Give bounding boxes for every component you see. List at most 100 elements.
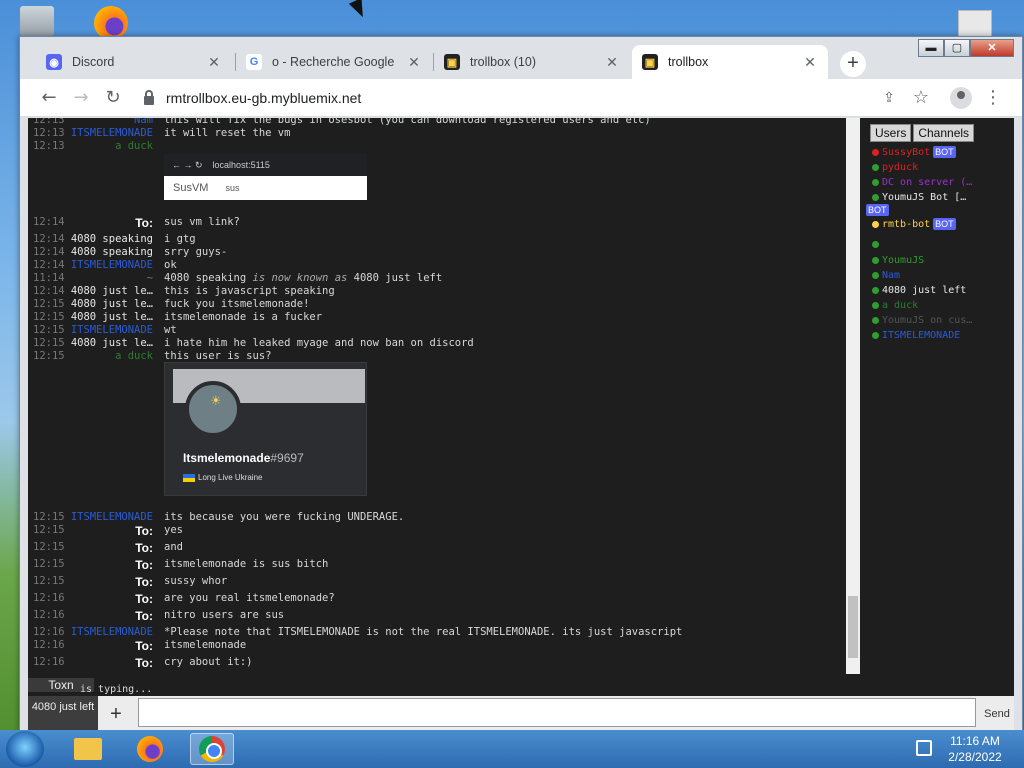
nav-arrows-icon: ← → ↻: [172, 159, 203, 170]
message-nick[interactable]: ITSMELEMONADE: [68, 324, 153, 337]
message-nick[interactable]: 4080 just le…: [68, 311, 153, 324]
recycle-bin-icon[interactable]: [20, 6, 54, 40]
chat-message: 12:15 To: itsmelemonade is sus bitch: [28, 558, 843, 572]
message-text: ok: [164, 259, 177, 271]
user-list-item[interactable]: DC on server (…: [872, 176, 972, 189]
chat-scrollbar[interactable]: [846, 118, 860, 674]
chat-message: 12:16 To: are you real itsmelemonade?: [28, 592, 843, 606]
address-bar[interactable]: rmtrollbox.eu-gb.mybluemix.net: [144, 85, 870, 111]
message-time: 12:15: [33, 524, 65, 536]
status-dot-icon: [872, 178, 879, 186]
close-window-button[interactable]: ✕: [970, 39, 1014, 57]
share-icon[interactable]: ⇪: [878, 87, 900, 109]
message-nick[interactable]: To:: [68, 524, 153, 538]
message-nick[interactable]: ~: [68, 272, 153, 285]
user-list-item[interactable]: rmtb-bot BOT: [872, 218, 956, 231]
taskbar-firefox[interactable]: [128, 733, 172, 765]
message-nick[interactable]: ITSMELEMONADE: [68, 626, 153, 639]
user-name: pyduck: [882, 162, 919, 173]
discord-profile-embed-image[interactable]: Itsmelemonade#9697 Long Live Ukraine: [164, 362, 367, 496]
user-list-item[interactable]: Nam: [872, 269, 900, 282]
close-tab-icon[interactable]: ✕: [206, 54, 222, 71]
bot-badge: BOT: [866, 204, 889, 216]
firefox-desktop-icon[interactable]: [94, 6, 128, 40]
user-name: SussyBot: [882, 147, 931, 158]
new-tab-button[interactable]: +: [840, 51, 866, 77]
minimize-button[interactable]: ▬: [918, 39, 944, 57]
status-dot-icon: [872, 316, 879, 324]
reload-icon[interactable]: ↻: [102, 87, 124, 109]
user-list-item[interactable]: YoumuJS: [872, 254, 924, 267]
message-text: srry guys-: [164, 246, 228, 258]
tab-trollbox-10[interactable]: ▣ trollbox (10) ✕: [434, 45, 630, 79]
message-time: 12:13: [33, 140, 65, 152]
network-tray-icon[interactable]: [916, 740, 932, 756]
user-list-item[interactable]: YoumuJS on cus…: [872, 314, 972, 327]
tab-discord[interactable]: ◉ Discord ✕: [36, 45, 232, 79]
tab-trollbox[interactable]: ▣ trollbox ✕: [632, 45, 828, 79]
close-tab-icon[interactable]: ✕: [604, 54, 620, 71]
current-user-button[interactable]: 4080 just left: [28, 696, 98, 733]
message-nick[interactable]: ITSMELEMONADE: [68, 259, 153, 272]
tab-google[interactable]: G o - Recherche Google ✕: [236, 45, 432, 79]
message-input[interactable]: [138, 698, 976, 727]
message-nick[interactable]: ITSMELEMONADE: [68, 127, 153, 140]
chat-message: 12:15 ITSMELEMONADE wt: [28, 324, 843, 337]
user-list-item[interactable]: YoumuJS Bot [… BOT: [866, 191, 966, 216]
tab-users[interactable]: Users: [870, 124, 912, 142]
message-nick[interactable]: Nam: [68, 118, 153, 127]
embed-title: SusVM: [173, 182, 209, 194]
message-time: 12:15: [33, 541, 65, 553]
message-nick[interactable]: 4080 just le…: [68, 285, 153, 298]
message-text: cry about it:): [164, 656, 253, 668]
message-nick[interactable]: To:: [68, 558, 153, 572]
system-clock[interactable]: 11:16 AM 2/28/2022: [940, 733, 1010, 765]
bookmark-star-icon[interactable]: ☆: [910, 87, 932, 109]
user-list-item[interactable]: ITSMELEMONADE: [872, 329, 960, 342]
trollbox-page: ← → ↻ localhost:5115 SusVM sus Itsmelemo…: [28, 118, 1014, 733]
maximize-button[interactable]: ▢: [944, 39, 970, 57]
tab-channels[interactable]: Channels: [913, 124, 975, 142]
user-list-item[interactable]: pyduck: [872, 161, 918, 174]
profile-avatar[interactable]: [950, 87, 972, 109]
user-list-item[interactable]: 4080 just left: [872, 284, 966, 297]
close-tab-icon[interactable]: ✕: [802, 54, 818, 71]
message-text: itsmelemonade is a fucker: [164, 311, 323, 323]
chat-message: 12:15 4080 just le… i hate him he leaked m…: [28, 337, 843, 350]
message-nick[interactable]: To:: [68, 575, 153, 589]
chat-message: 12:16 To: cry about it:): [28, 656, 843, 670]
start-button[interactable]: [6, 731, 44, 767]
menu-kebab-icon[interactable]: ⋮: [982, 87, 1004, 109]
message-nick[interactable]: To:: [68, 639, 153, 653]
status-dot-icon: [872, 256, 879, 264]
chat-message: 12:14 4080 speaking srry guys-: [28, 246, 843, 259]
message-nick[interactable]: To:: [68, 216, 153, 230]
message-nick[interactable]: a duck: [68, 350, 153, 363]
add-button[interactable]: +: [100, 696, 132, 733]
user-list-item[interactable]: a duck: [872, 299, 918, 312]
message-text: sussy whor: [164, 575, 228, 587]
user-list-item[interactable]: SussyBot BOT: [872, 146, 956, 159]
message-nick[interactable]: To:: [68, 656, 153, 670]
message-nick[interactable]: 4080 just le…: [68, 337, 153, 350]
scrollbar-thumb[interactable]: [848, 596, 858, 658]
message-nick[interactable]: 4080 speaking: [68, 246, 153, 259]
user-list-item[interactable]: [872, 238, 882, 251]
susvm-embed-image[interactable]: ← → ↻ localhost:5115 SusVM sus: [164, 154, 367, 200]
back-icon[interactable]: ←: [38, 87, 60, 109]
close-tab-icon[interactable]: ✕: [406, 54, 422, 71]
embed-subtitle: sus: [225, 183, 240, 193]
taskbar-chrome[interactable]: [190, 733, 234, 765]
message-nick[interactable]: 4080 just le…: [68, 298, 153, 311]
forward-icon[interactable]: →: [70, 87, 92, 109]
message-nick[interactable]: To:: [68, 592, 153, 606]
message-nick[interactable]: To:: [68, 609, 153, 623]
taskbar-explorer[interactable]: [66, 733, 110, 765]
message-nick[interactable]: To:: [68, 541, 153, 555]
send-button[interactable]: Send: [980, 702, 1014, 726]
users-panel: Users Channels SussyBot BOT pyduck DC on se…: [866, 118, 1014, 674]
message-nick[interactable]: a duck: [68, 140, 153, 153]
message-nick[interactable]: 4080 speaking: [68, 233, 153, 246]
message-time: 12:15: [33, 511, 65, 523]
message-nick[interactable]: ITSMELEMONADE: [68, 511, 153, 524]
